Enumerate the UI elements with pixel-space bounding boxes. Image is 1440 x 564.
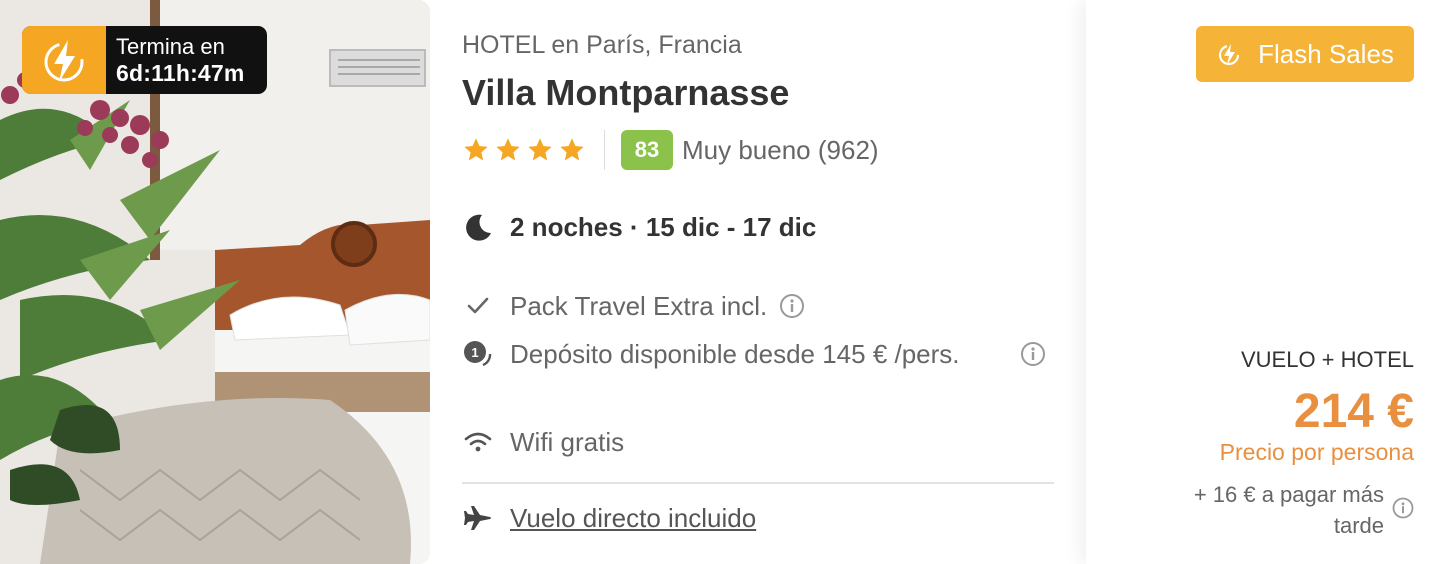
hotel-room-photo[interactable]: Termina en 6d:11h:47m xyxy=(0,0,430,564)
divider xyxy=(462,482,1054,484)
price-amount[interactable]: 214 € xyxy=(1294,384,1414,439)
check-icon xyxy=(467,297,489,314)
feature-item-wifi: Wifi gratis xyxy=(462,422,624,463)
package-type: VUELO + HOTEL xyxy=(1240,347,1414,372)
info-icon[interactable] xyxy=(1020,341,1046,367)
stay-dates: 2 noches · 15 dic - 17 dic xyxy=(462,209,816,245)
feature-text: Depósito disponible desde 145 € /pers. xyxy=(510,339,960,369)
deposit-icon: 1 xyxy=(464,341,492,367)
feature-item-deposit: 1 Depósito disponible desde 145 € /pers. xyxy=(462,334,1057,375)
review-summary[interactable]: Muy bueno (962) xyxy=(682,135,879,166)
flash-sales-badge[interactable]: Flash Sales xyxy=(1196,26,1414,82)
star-icon xyxy=(496,138,520,161)
flash-sale-icon xyxy=(1218,44,1240,66)
hotel-info: HOTEL en París, Francia Villa Montparnas… xyxy=(462,0,1057,564)
price-per-person: Precio por persona xyxy=(1219,439,1414,465)
flight-link[interactable]: Vuelo directo incluido xyxy=(510,503,756,534)
star-rating xyxy=(462,136,586,164)
hotel-name[interactable]: Villa Montparnasse xyxy=(462,72,789,114)
hotel-category: HOTEL en París, Francia xyxy=(462,31,742,59)
feature-text: Pack Travel Extra incl. xyxy=(510,291,768,321)
moon-icon xyxy=(466,214,491,241)
timer-label: Termina en xyxy=(116,34,225,59)
score-badge: 83 xyxy=(621,130,673,170)
svg-text:1: 1 xyxy=(471,345,478,360)
timer-value: 6d:11h:47m xyxy=(116,60,245,86)
feature-item-travel-pack: Pack Travel Extra incl. xyxy=(462,286,805,327)
star-icon xyxy=(560,138,584,161)
star-icon xyxy=(464,138,488,161)
extra-cost: + 16 € a pagar más tarde xyxy=(1164,479,1414,541)
lightning-bolt-icon xyxy=(22,26,106,94)
star-icon xyxy=(528,138,552,161)
flash-sales-label: Flash Sales xyxy=(1258,38,1394,69)
info-icon[interactable] xyxy=(779,293,805,319)
extra-cost-text: + 16 € a pagar más tarde xyxy=(1193,482,1384,538)
stay-text: 2 noches · 15 dic - 17 dic xyxy=(510,211,817,242)
rating-row: 83 Muy bueno (962) xyxy=(462,130,879,170)
divider xyxy=(604,130,605,170)
airplane-icon xyxy=(464,506,491,530)
price-panel: Flash Sales VUELO + HOTEL 214 € Precio p… xyxy=(1086,0,1440,564)
info-icon[interactable] xyxy=(1392,497,1414,519)
hotel-offer-card[interactable]: Termina en 6d:11h:47m HOTEL en París, Fr… xyxy=(0,0,1440,564)
flash-timer-badge: Termina en 6d:11h:47m xyxy=(22,26,267,94)
flight-info[interactable]: Vuelo directo incluido xyxy=(462,502,756,534)
feature-text: Wifi gratis xyxy=(510,427,625,457)
wifi-icon xyxy=(464,432,492,452)
